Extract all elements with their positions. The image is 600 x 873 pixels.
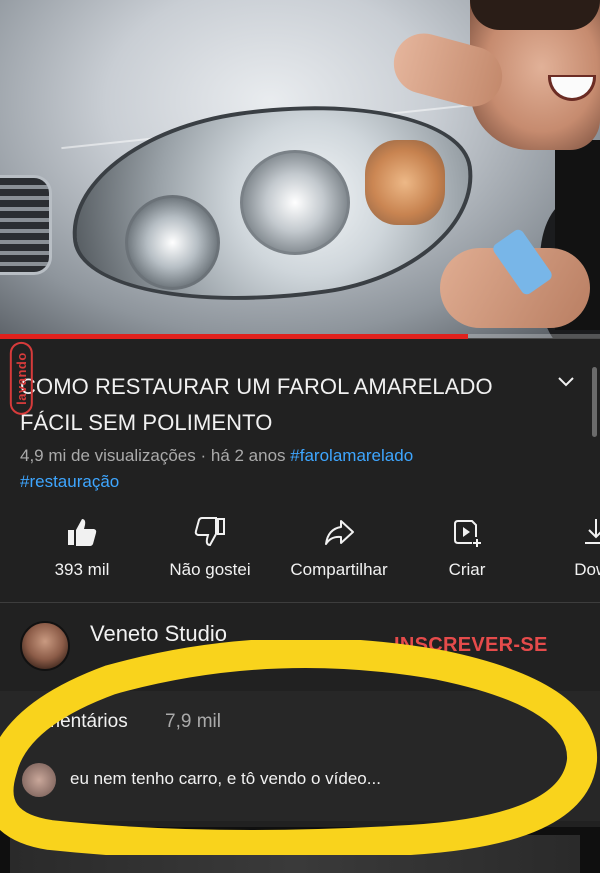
subscribe-button[interactable]: INSCREVER-SE: [394, 634, 548, 657]
channel-name[interactable]: Veneto Studio: [90, 621, 227, 647]
presenter-hair: [470, 0, 600, 30]
comments-card[interactable]: Comentários 7,9 mil eu nem tenho carro, …: [0, 691, 600, 821]
share-button[interactable]: Compartilhar: [269, 514, 409, 580]
car-grille: [0, 175, 52, 275]
download-label: Down: [574, 560, 600, 579]
video-age: há 2 anos: [210, 446, 286, 465]
commenter-avatar[interactable]: [22, 763, 56, 797]
expand-collapse-icon[interactable]: [560, 709, 586, 739]
action-bar: 393 mil Não gostei Compartilhar Criar Do…: [0, 514, 600, 582]
scrollbar[interactable]: [592, 367, 597, 437]
headlight-lens: [240, 150, 350, 255]
divider: [0, 602, 600, 603]
dislike-label: Não gostei: [169, 560, 251, 579]
meta-separator: ·: [195, 446, 211, 465]
video-title[interactable]: COMO RESTAURAR UM FAROL AMARELADO FÁCIL …: [20, 369, 520, 441]
create-label: Criar: [448, 560, 486, 579]
download-button[interactable]: Down: [526, 514, 600, 580]
headlight-amber-section: [365, 140, 445, 225]
channel-watermark: lavando: [4, 318, 38, 438]
headlight-lens: [125, 195, 220, 290]
like-button[interactable]: 393 mil: [12, 514, 152, 580]
share-label: Compartilhar: [290, 560, 388, 579]
channel-avatar[interactable]: [20, 621, 70, 671]
chevron-down-icon[interactable]: [553, 369, 579, 395]
download-icon: [526, 514, 600, 550]
top-comment-text: eu nem tenho carro, e tô vendo o vídeo..…: [70, 769, 381, 788]
thumbs-up-filled-icon: [12, 514, 152, 550]
thumbs-down-icon: [140, 514, 280, 550]
create-button[interactable]: Criar: [397, 514, 537, 580]
next-video-thumbnail: [10, 835, 580, 873]
video-meta: 4,9 mi de visualizações · há 2 anos #far…: [20, 443, 560, 495]
video-info-panel: COMO RESTAURAR UM FAROL AMARELADO FÁCIL …: [0, 339, 600, 873]
like-count: 393 mil: [54, 560, 110, 579]
view-count: 4,9 mi de visualizações: [20, 446, 196, 465]
hashtag-link[interactable]: #farolamarelado: [290, 446, 413, 465]
share-icon: [269, 514, 409, 550]
comments-heading: Comentários: [20, 711, 128, 732]
video-player[interactable]: [0, 0, 600, 338]
comments-count: 7,9 mil: [165, 711, 221, 732]
dislike-button[interactable]: Não gostei: [140, 514, 280, 580]
hashtag-link[interactable]: #restauração: [20, 472, 119, 491]
create-icon: [397, 514, 537, 550]
next-video-preview[interactable]: [0, 827, 600, 873]
watermark-text: lavando: [9, 341, 33, 415]
